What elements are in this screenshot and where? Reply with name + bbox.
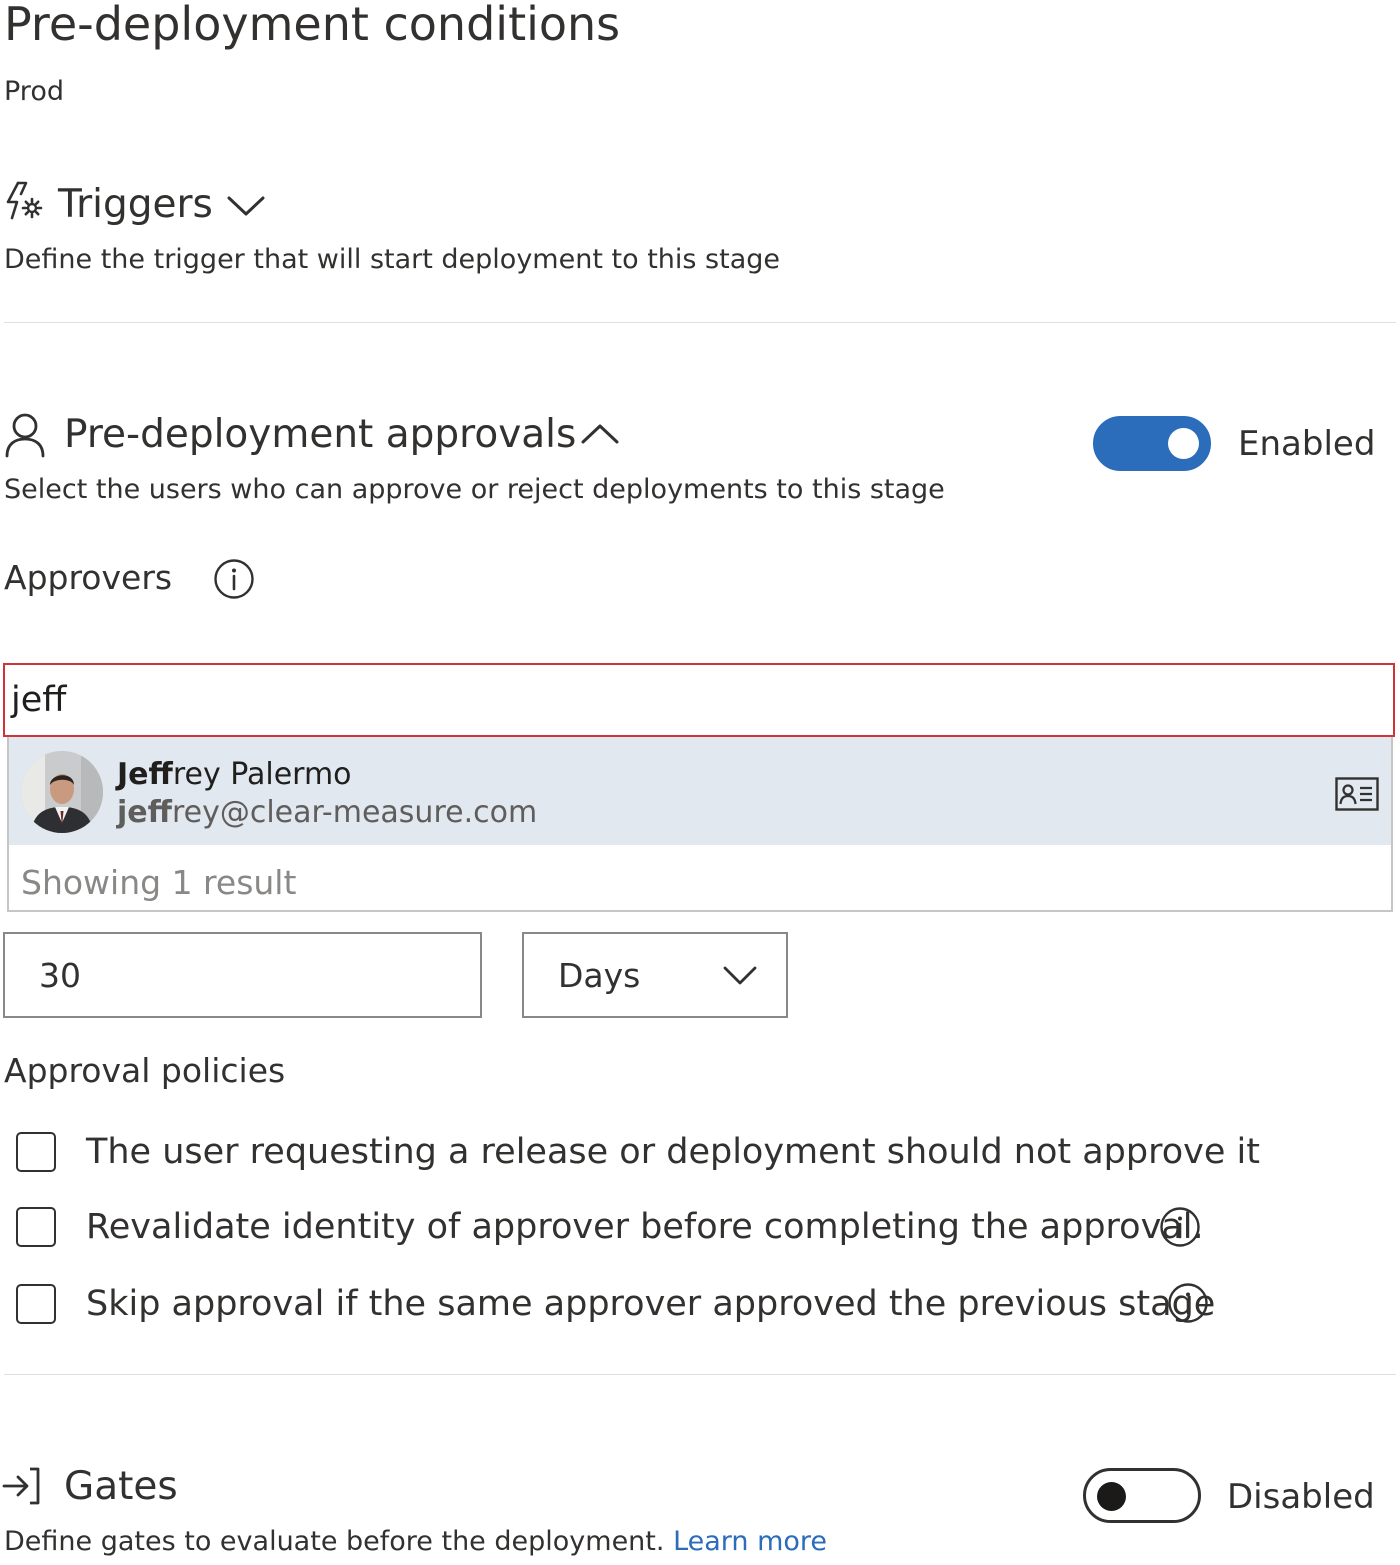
policy-label-revalidate: Revalidate identity of approver before c… [86,1207,1204,1247]
person-name: Jeffrey Palermo [117,755,352,795]
timeout-value: 30 [39,956,81,995]
section-divider [4,322,1396,323]
approvals-title[interactable]: Pre-deployment approvals [64,410,576,460]
policy-label-requester: The user requesting a release or deploym… [86,1132,1260,1172]
policy-label-skip: Skip approval if the same approver appro… [86,1284,1216,1324]
timeout-value-input[interactable]: 30 [3,932,482,1018]
search-input-value: jeff [11,680,67,720]
result-count: Showing 1 result [21,863,297,902]
gates-toggle[interactable] [1083,1468,1201,1523]
person-name-match: Jeff [117,757,173,792]
person-name-rest: rey Palermo [172,757,352,792]
policy-checkbox-requester[interactable] [16,1132,56,1172]
avatar [21,751,103,833]
chevron-down-icon[interactable] [226,192,266,220]
timeout-unit-select[interactable]: Days [522,932,788,1018]
info-icon[interactable] [1167,1282,1209,1324]
gates-title[interactable]: Gates [64,1462,178,1512]
person-email-rest: rey@clear-measure.com [171,795,538,830]
timeout-unit: Days [558,956,641,995]
triggers-description: Define the trigger that will start deplo… [4,244,780,275]
approvals-description: Select the users who can approve or reje… [4,474,945,505]
approvers-search-input[interactable]: jeff [3,663,1395,737]
approval-policies-label: Approval policies [4,1051,286,1090]
search-result-item[interactable]: Jeffrey Palermo jeffrey@clear-measure.co… [9,737,1391,845]
gates-description-text: Define gates to evaluate before the depl… [4,1526,665,1557]
triggers-title[interactable]: Triggers [58,180,213,230]
person-email: jeffrey@clear-measure.com [117,793,537,833]
gates-description: Define gates to evaluate before the depl… [4,1524,827,1560]
approvals-toggle[interactable] [1093,416,1211,471]
toggle-knob [1168,428,1199,459]
person-email-match: jeff [117,795,172,830]
trigger-settings-icon [4,180,44,222]
person-icon [4,412,46,458]
info-icon[interactable] [213,558,255,600]
info-icon[interactable] [1159,1206,1201,1248]
toggle-knob [1097,1482,1126,1511]
approvals-toggle-label: Enabled [1238,424,1376,464]
chevron-down-icon [722,964,758,988]
page-title: Pre-deployment conditions [4,0,621,51]
search-results-dropdown: Jeffrey Palermo jeffrey@clear-measure.co… [7,737,1393,912]
learn-more-link[interactable]: Learn more [673,1526,827,1557]
section-divider [4,1374,1396,1375]
gates-toggle-label: Disabled [1227,1477,1375,1517]
stage-name: Prod [4,76,64,107]
chevron-up-icon[interactable] [580,420,620,448]
gate-icon [2,1466,42,1506]
contact-card-icon[interactable] [1335,777,1379,811]
approvers-label: Approvers [4,558,173,597]
policy-checkbox-revalidate[interactable] [16,1207,56,1247]
policy-checkbox-skip[interactable] [16,1284,56,1324]
